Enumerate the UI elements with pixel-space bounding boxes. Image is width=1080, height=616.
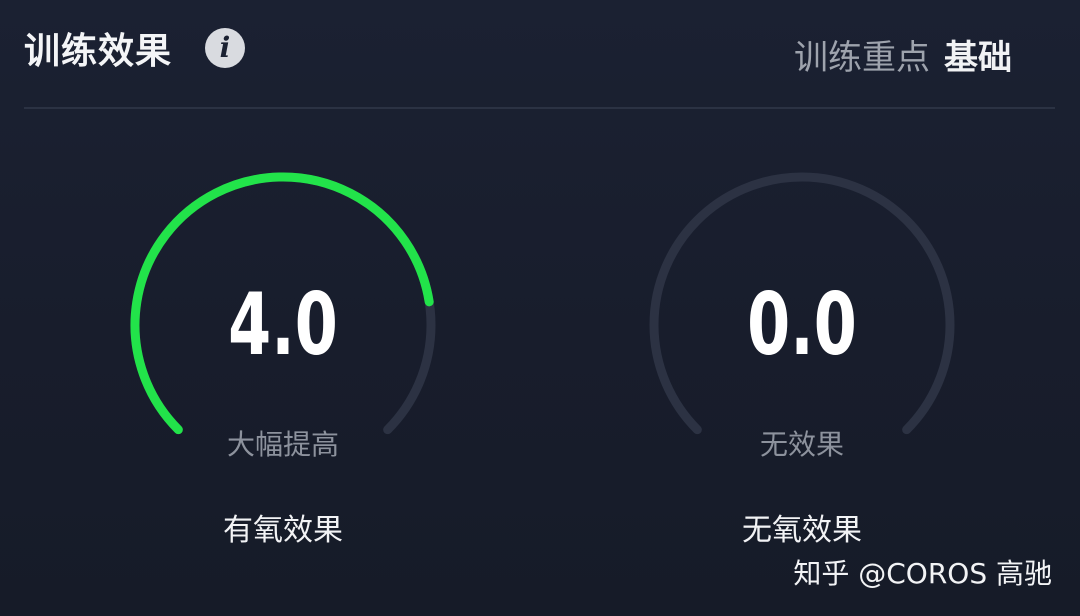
training-focus-label: 训练重点 [794, 38, 930, 78]
header-divider [24, 107, 1055, 109]
aerobic-effect-value: 4.0 [228, 275, 338, 375]
anaerobic-effect-status: 无效果 [759, 428, 844, 461]
anaerobic-effect-value: 0.0 [747, 275, 857, 375]
anaerobic-effect-gauge: 0.0 无效果 无氧效果 [642, 165, 962, 548]
training-focus: 训练重点 基础 [794, 30, 1012, 79]
header-title: 训练效果 [24, 31, 173, 72]
aerobic-effect-label: 有氧效果 [223, 513, 343, 548]
training-focus-value: 基础 [944, 38, 1012, 78]
watermark: 知乎 @COROS 高驰 [793, 557, 1052, 590]
aerobic-effect-gauge: 4.0 大幅提高 有氧效果 [123, 165, 443, 548]
anaerobic-effect-label: 无氧效果 [742, 513, 862, 548]
aerobic-effect-status: 大幅提高 [226, 428, 339, 461]
info-icon[interactable]: i [205, 28, 245, 68]
